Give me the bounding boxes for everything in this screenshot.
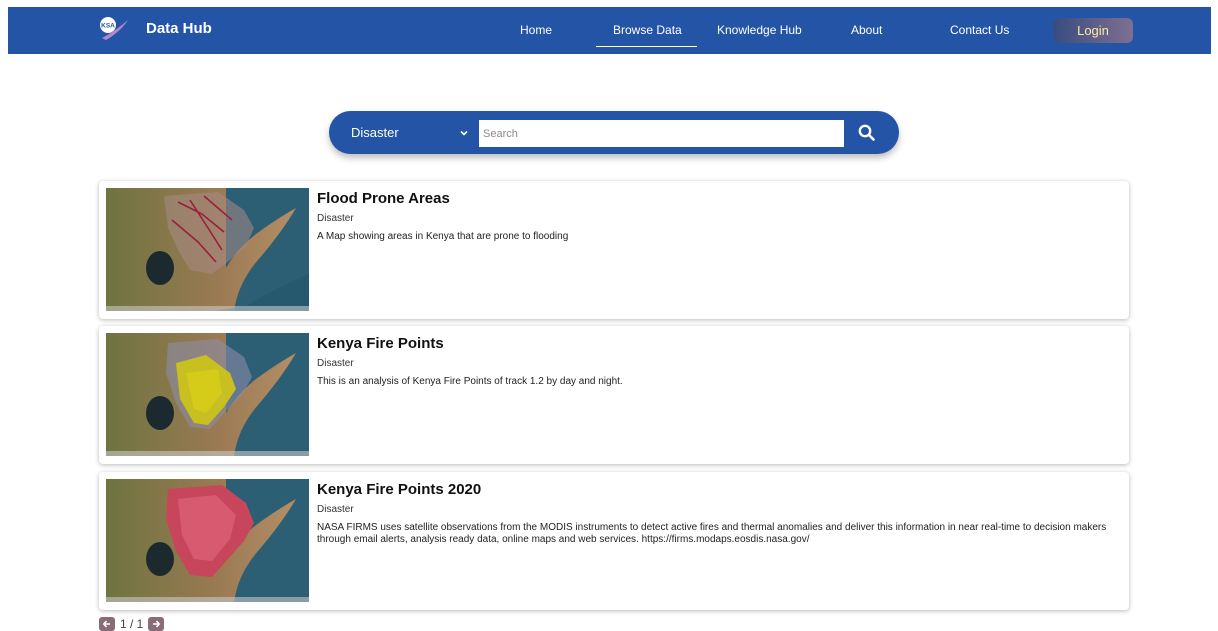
logo-text: KSA [101, 23, 115, 30]
chevron-down-icon[interactable] [459, 128, 469, 138]
next-page-button[interactable] [148, 617, 165, 631]
result-title[interactable]: Kenya Fire Points 2020 [317, 481, 481, 498]
search-bar: Disaster [329, 111, 899, 154]
flood-map-thumbnail[interactable] [106, 188, 309, 311]
result-card[interactable]: Flood Prone Areas Disaster A Map showing… [99, 181, 1129, 319]
result-category: Disaster [317, 504, 354, 515]
result-description: NASA FIRMS uses satellite observations f… [317, 522, 1107, 545]
prev-page-button[interactable] [99, 617, 115, 631]
active-nav-underline [596, 46, 697, 47]
arrow-left-icon [102, 620, 110, 628]
nav-about[interactable]: About [851, 23, 882, 37]
result-card[interactable]: Kenya Fire Points 2020 Disaster NASA FIR… [99, 472, 1129, 610]
result-category: Disaster [317, 358, 354, 369]
login-button[interactable]: Login [1053, 18, 1133, 43]
result-description: This is an analysis of Kenya Fire Points… [317, 376, 623, 387]
nav-browse-data[interactable]: Browse Data [613, 23, 682, 37]
fire-points-2020-map-thumbnail[interactable] [106, 479, 309, 602]
fire-points-map-thumbnail[interactable] [106, 333, 309, 456]
ksa-logo-icon[interactable]: KSA [98, 16, 130, 44]
result-category: Disaster [317, 213, 354, 224]
result-description: A Map showing areas in Kenya that are pr… [317, 231, 569, 242]
brand-title[interactable]: Data Hub [146, 20, 212, 37]
result-title[interactable]: Flood Prone Areas [317, 190, 450, 207]
top-navbar: KSA Data Hub Home Browse Data Knowledge … [8, 7, 1211, 54]
nav-contact-us[interactable]: Contact Us [950, 23, 1009, 37]
result-card[interactable]: Kenya Fire Points Disaster This is an an… [99, 326, 1129, 464]
page-indicator: 1 / 1 [120, 617, 144, 631]
nav-knowledge-hub[interactable]: Knowledge Hub [717, 23, 802, 37]
result-title[interactable]: Kenya Fire Points [317, 335, 444, 352]
nav-home[interactable]: Home [520, 23, 552, 37]
search-input[interactable] [479, 120, 844, 147]
arrow-right-icon [153, 620, 161, 628]
category-select[interactable]: Disaster [351, 125, 399, 140]
pagination: 1 / 1 [99, 617, 165, 631]
search-icon[interactable] [857, 123, 877, 143]
